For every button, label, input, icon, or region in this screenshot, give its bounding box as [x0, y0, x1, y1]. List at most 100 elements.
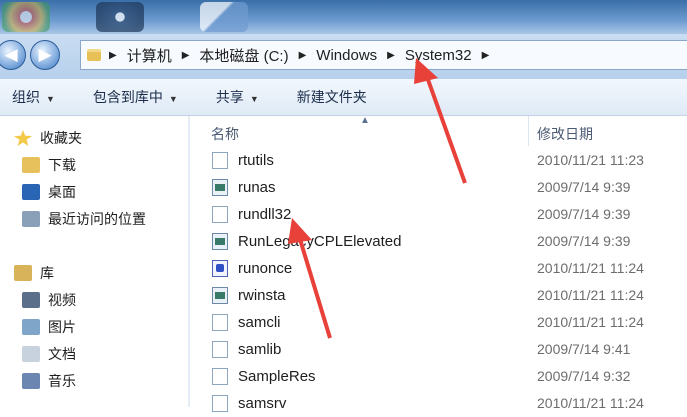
sidebar-item-music[interactable]: 音乐: [22, 369, 76, 393]
breadcrumb-system32[interactable]: System32: [405, 47, 472, 64]
command-bar: 组织 ▼ 包含到库中 ▼ 共享 ▼ 新建文件夹: [0, 79, 687, 116]
app-icon[interactable]: [96, 2, 144, 32]
share-label: 共享: [215, 89, 244, 105]
file-row[interactable]: RunLegacyCPLElevated 2009/7/14 9:39: [190, 228, 687, 255]
file-name: RunLegacyCPLElevated: [238, 233, 402, 250]
file-name: rundll32: [238, 206, 292, 223]
breadcrumb-computer[interactable]: 计算机: [127, 45, 172, 66]
file-name: SampleRes: [238, 368, 316, 385]
file-date: 2009/7/14 9:39: [537, 206, 631, 222]
doc-icon: [212, 314, 228, 331]
run-icon: [212, 260, 228, 277]
file-name: samlib: [238, 341, 282, 358]
chevron-right-icon[interactable]: ▶: [482, 50, 490, 61]
sort-ascending-icon: ▲: [360, 115, 370, 126]
breadcrumb-drive-c[interactable]: 本地磁盘 (C:): [199, 45, 288, 66]
doc-icon: [212, 368, 228, 385]
column-header-name[interactable]: 名称: [211, 124, 239, 144]
taskbar-strip: [0, 0, 687, 34]
chevron-right-icon[interactable]: ▶: [299, 50, 307, 61]
file-date: 2010/11/21 11:24: [537, 260, 644, 276]
sidebar-item-pictures[interactable]: 图片: [22, 315, 76, 339]
sidebar-item-label: 文档: [48, 346, 76, 362]
breadcrumb-windows[interactable]: Windows: [316, 47, 377, 64]
star-icon: [14, 130, 32, 146]
sidebar-item-label: 桌面: [48, 184, 76, 200]
recent-places-icon: [22, 211, 40, 227]
file-name: rtutils: [238, 152, 274, 169]
file-row[interactable]: runonce 2010/11/21 11:24: [190, 255, 687, 282]
sidebar-item-documents[interactable]: 文档: [22, 342, 76, 366]
file-row[interactable]: runas 2009/7/14 9:39: [190, 174, 687, 201]
chevron-right-icon[interactable]: ▶: [182, 50, 190, 61]
library-icon: [14, 265, 32, 281]
chrome-icon[interactable]: [2, 2, 50, 32]
sidebar-item-label: 最近访问的位置: [48, 211, 146, 227]
sidebar-item-desktop[interactable]: 桌面: [22, 180, 76, 204]
column-header-row: ▲ 名称 修改日期: [190, 115, 687, 146]
doc-icon: [212, 341, 228, 358]
file-date: 2010/11/21 11:24: [537, 314, 644, 330]
exe-icon: [212, 287, 228, 304]
bird-icon[interactable]: [200, 2, 248, 32]
file-name: samsrv: [238, 395, 287, 412]
sidebar-item-label: 音乐: [48, 373, 76, 389]
address-row: ◀ ▶ ▶ 计算机 ▶ 本地磁盘 (C:) ▶ Windows ▶ System…: [0, 34, 687, 79]
sidebar-item-label: 下载: [48, 157, 76, 173]
column-header-date[interactable]: 修改日期: [537, 124, 593, 144]
doc-icon: [212, 152, 228, 169]
new-folder-button[interactable]: 新建文件夹: [297, 87, 367, 107]
file-row[interactable]: samsrv 2010/11/21 11:24: [190, 390, 687, 417]
sidebar-item-label: 收藏夹: [40, 130, 82, 146]
doc-icon: [212, 395, 228, 412]
sidebar-item-favorites[interactable]: 收藏夹: [14, 126, 82, 150]
sidebar-item-label: 视频: [48, 292, 76, 308]
navigation-pane: 收藏夹 下载 桌面 最近访问的位置 库 视频 图片 文档 音乐: [0, 116, 188, 407]
file-name: samcli: [238, 314, 281, 331]
file-row[interactable]: rtutils 2010/11/21 11:23: [190, 147, 687, 174]
exe-icon: [212, 179, 228, 196]
sidebar-item-label: 图片: [48, 319, 76, 335]
sidebar-item-label: 库: [40, 265, 54, 281]
exe-icon: [212, 233, 228, 250]
file-date: 2010/11/21 11:24: [537, 287, 644, 303]
organize-menu[interactable]: 组织 ▼: [12, 87, 55, 107]
file-date: 2009/7/14 9:39: [537, 233, 631, 249]
forward-button[interactable]: ▶: [30, 40, 60, 70]
include-library-menu[interactable]: 包含到库中 ▼: [93, 87, 178, 107]
file-date: 2009/7/14 9:32: [537, 368, 631, 384]
column-divider[interactable]: [528, 116, 529, 146]
include-library-label: 包含到库中: [92, 89, 163, 105]
share-menu[interactable]: 共享 ▼: [216, 87, 259, 107]
file-row[interactable]: rwinsta 2010/11/21 11:24: [190, 282, 687, 309]
file-row[interactable]: samlib 2009/7/14 9:41: [190, 336, 687, 363]
doc-icon: [212, 206, 228, 223]
music-icon: [22, 373, 40, 389]
file-name: runonce: [238, 260, 293, 277]
dropdown-arrow-icon: ▼: [249, 94, 259, 104]
file-name: rwinsta: [238, 287, 286, 304]
desktop-icon: [22, 184, 40, 200]
video-icon: [22, 292, 40, 308]
file-row[interactable]: samcli 2010/11/21 11:24: [190, 309, 687, 336]
file-date: 2010/11/21 11:23: [537, 152, 644, 168]
file-name: runas: [238, 179, 276, 196]
sidebar-item-videos[interactable]: 视频: [22, 288, 76, 312]
file-date: 2009/7/14 9:39: [537, 179, 631, 195]
file-row[interactable]: rundll32 2009/7/14 9:39: [190, 201, 687, 228]
sidebar-item-libraries[interactable]: 库: [14, 261, 54, 285]
chevron-right-icon[interactable]: ▶: [109, 50, 117, 61]
dropdown-arrow-icon: ▼: [168, 94, 178, 104]
picture-icon: [22, 319, 40, 335]
downloads-folder-icon: [22, 157, 40, 173]
address-bar[interactable]: ▶ 计算机 ▶ 本地磁盘 (C:) ▶ Windows ▶ System32 ▶: [80, 40, 687, 70]
back-button[interactable]: ◀: [0, 40, 26, 70]
file-row[interactable]: SampleRes 2009/7/14 9:32: [190, 363, 687, 390]
chevron-right-icon[interactable]: ▶: [387, 50, 395, 61]
organize-label: 组织: [12, 89, 40, 105]
document-icon: [22, 346, 40, 362]
folder-icon: [87, 49, 101, 61]
dropdown-arrow-icon: ▼: [46, 94, 55, 104]
sidebar-item-downloads[interactable]: 下载: [22, 153, 76, 177]
sidebar-item-recent[interactable]: 最近访问的位置: [22, 207, 146, 231]
